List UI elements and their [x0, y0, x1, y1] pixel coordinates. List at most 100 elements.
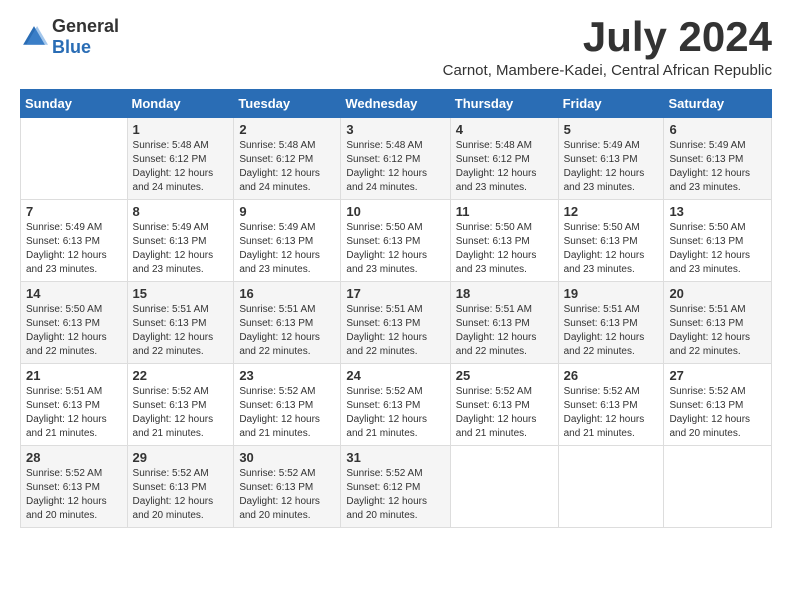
day-number: 19: [564, 286, 659, 301]
day-info: Sunrise: 5:50 AMSunset: 6:13 PMDaylight:…: [456, 222, 537, 275]
day-info: Sunrise: 5:52 AMSunset: 6:13 PMDaylight:…: [26, 468, 107, 521]
calendar-cell: 11 Sunrise: 5:50 AMSunset: 6:13 PMDayligh…: [450, 200, 558, 282]
day-info: Sunrise: 5:52 AMSunset: 6:13 PMDaylight:…: [239, 468, 320, 521]
day-header: Tuesday: [234, 90, 341, 118]
day-number: 22: [133, 368, 229, 383]
calendar-week-row: 21 Sunrise: 5:51 AMSunset: 6:13 PMDayligh…: [21, 364, 772, 446]
day-number: 12: [564, 204, 659, 219]
day-info: Sunrise: 5:49 AMSunset: 6:13 PMDaylight:…: [133, 222, 214, 275]
calendar-cell: 10Sunrise: 5:50 AMSunset: 6:13 PMDayligh…: [341, 200, 450, 282]
calendar-week-row: 1 Sunrise: 5:48 AMSunset: 6:12 PMDaylight…: [21, 118, 772, 200]
day-info: Sunrise: 5:48 AMSunset: 6:12 PMDaylight:…: [346, 140, 427, 193]
day-number: 15: [133, 286, 229, 301]
calendar-cell: 1 Sunrise: 5:48 AMSunset: 6:12 PMDaylight…: [127, 118, 234, 200]
calendar-cell: 19 Sunrise: 5:51 AMSunset: 6:13 PMDayligh…: [558, 282, 664, 364]
calendar-cell: 26Sunrise: 5:52 AMSunset: 6:13 PMDayligh…: [558, 364, 664, 446]
calendar-cell: 13 Sunrise: 5:50 AMSunset: 6:13 PMDayligh…: [664, 200, 772, 282]
day-info: Sunrise: 5:49 AMSunset: 6:13 PMDaylight:…: [669, 140, 750, 193]
day-number: 31: [346, 450, 444, 465]
day-header: Monday: [127, 90, 234, 118]
day-header: Sunday: [21, 90, 128, 118]
calendar-cell: 9 Sunrise: 5:49 AMSunset: 6:13 PMDaylight…: [234, 200, 341, 282]
day-number: 26: [564, 368, 659, 383]
day-number: 17: [346, 286, 444, 301]
calendar-cell: 5Sunrise: 5:49 AMSunset: 6:13 PMDaylight…: [558, 118, 664, 200]
day-info: Sunrise: 5:50 AMSunset: 6:13 PMDaylight:…: [669, 222, 750, 275]
calendar-week-row: 14Sunrise: 5:50 AMSunset: 6:13 PMDayligh…: [21, 282, 772, 364]
day-header: Friday: [558, 90, 664, 118]
calendar-cell: 15 Sunrise: 5:51 AMSunset: 6:13 PMDayligh…: [127, 282, 234, 364]
day-info: Sunrise: 5:49 AMSunset: 6:13 PMDaylight:…: [239, 222, 320, 275]
day-info: Sunrise: 5:48 AMSunset: 6:12 PMDaylight:…: [239, 140, 320, 193]
day-number: 7: [26, 204, 122, 219]
logo-general: General: [52, 16, 119, 36]
day-info: Sunrise: 5:51 AMSunset: 6:13 PMDaylight:…: [564, 304, 645, 357]
day-number: 20: [669, 286, 766, 301]
day-info: Sunrise: 5:52 AMSunset: 6:12 PMDaylight:…: [346, 468, 427, 521]
day-header: Wednesday: [341, 90, 450, 118]
day-header: Saturday: [664, 90, 772, 118]
day-number: 9: [239, 204, 335, 219]
calendar-cell: 8 Sunrise: 5:49 AMSunset: 6:13 PMDaylight…: [127, 200, 234, 282]
day-number: 8: [133, 204, 229, 219]
calendar-cell: 6 Sunrise: 5:49 AMSunset: 6:13 PMDaylight…: [664, 118, 772, 200]
day-number: 25: [456, 368, 553, 383]
calendar-cell: 2 Sunrise: 5:48 AMSunset: 6:12 PMDaylight…: [234, 118, 341, 200]
logo: General Blue: [20, 16, 119, 58]
day-number: 3: [346, 122, 444, 137]
calendar-cell: [21, 118, 128, 200]
day-info: Sunrise: 5:52 AMSunset: 6:13 PMDaylight:…: [133, 386, 214, 439]
day-info: Sunrise: 5:51 AMSunset: 6:13 PMDaylight:…: [669, 304, 750, 357]
day-number: 21: [26, 368, 122, 383]
calendar-cell: 25Sunrise: 5:52 AMSunset: 6:13 PMDayligh…: [450, 364, 558, 446]
calendar-cell: 24 Sunrise: 5:52 AMSunset: 6:13 PMDayligh…: [341, 364, 450, 446]
day-info: Sunrise: 5:52 AMSunset: 6:13 PMDaylight:…: [133, 468, 214, 521]
day-number: 23: [239, 368, 335, 383]
logo-icon: [20, 23, 48, 51]
calendar-cell: 4 Sunrise: 5:48 AMSunset: 6:12 PMDaylight…: [450, 118, 558, 200]
day-info: Sunrise: 5:51 AMSunset: 6:13 PMDaylight:…: [26, 386, 107, 439]
day-number: 18: [456, 286, 553, 301]
day-info: Sunrise: 5:49 AMSunset: 6:13 PMDaylight:…: [26, 222, 107, 275]
calendar-cell: 3 Sunrise: 5:48 AMSunset: 6:12 PMDaylight…: [341, 118, 450, 200]
subtitle: Carnot, Mambere-Kadei, Central African R…: [20, 62, 772, 79]
day-info: Sunrise: 5:50 AMSunset: 6:13 PMDaylight:…: [26, 304, 107, 357]
day-number: 16: [239, 286, 335, 301]
calendar-cell: 30 Sunrise: 5:52 AMSunset: 6:13 PMDayligh…: [234, 446, 341, 528]
calendar-cell: 23 Sunrise: 5:52 AMSunset: 6:13 PMDayligh…: [234, 364, 341, 446]
day-number: 28: [26, 450, 122, 465]
day-info: Sunrise: 5:48 AMSunset: 6:12 PMDaylight:…: [456, 140, 537, 193]
day-info: Sunrise: 5:52 AMSunset: 6:13 PMDaylight:…: [669, 386, 750, 439]
logo-blue: Blue: [52, 37, 91, 57]
day-number: 1: [133, 122, 229, 137]
day-info: Sunrise: 5:51 AMSunset: 6:13 PMDaylight:…: [346, 304, 427, 357]
day-number: 27: [669, 368, 766, 383]
day-info: Sunrise: 5:50 AMSunset: 6:13 PMDaylight:…: [564, 222, 645, 275]
calendar-cell: [558, 446, 664, 528]
day-number: 24: [346, 368, 444, 383]
day-info: Sunrise: 5:51 AMSunset: 6:13 PMDaylight:…: [456, 304, 537, 357]
calendar-cell: 12 Sunrise: 5:50 AMSunset: 6:13 PMDayligh…: [558, 200, 664, 282]
day-info: Sunrise: 5:49 AMSunset: 6:13 PMDaylight:…: [564, 140, 645, 193]
day-number: 6: [669, 122, 766, 137]
day-info: Sunrise: 5:51 AMSunset: 6:13 PMDaylight:…: [133, 304, 214, 357]
day-number: 11: [456, 204, 553, 219]
header-row: SundayMondayTuesdayWednesdayThursdayFrid…: [21, 90, 772, 118]
day-info: Sunrise: 5:52 AMSunset: 6:13 PMDaylight:…: [239, 386, 320, 439]
day-number: 30: [239, 450, 335, 465]
calendar-cell: [450, 446, 558, 528]
day-header: Thursday: [450, 90, 558, 118]
day-info: Sunrise: 5:51 AMSunset: 6:13 PMDaylight:…: [239, 304, 320, 357]
day-number: 4: [456, 122, 553, 137]
day-info: Sunrise: 5:48 AMSunset: 6:12 PMDaylight:…: [133, 140, 214, 193]
month-title: July 2024: [583, 16, 772, 58]
calendar-cell: 14Sunrise: 5:50 AMSunset: 6:13 PMDayligh…: [21, 282, 128, 364]
day-number: 10: [346, 204, 444, 219]
day-number: 2: [239, 122, 335, 137]
calendar-week-row: 7 Sunrise: 5:49 AMSunset: 6:13 PMDaylight…: [21, 200, 772, 282]
header: General Blue July 2024: [20, 16, 772, 58]
day-number: 29: [133, 450, 229, 465]
calendar-cell: 7 Sunrise: 5:49 AMSunset: 6:13 PMDaylight…: [21, 200, 128, 282]
day-info: Sunrise: 5:52 AMSunset: 6:13 PMDaylight:…: [346, 386, 427, 439]
day-number: 13: [669, 204, 766, 219]
